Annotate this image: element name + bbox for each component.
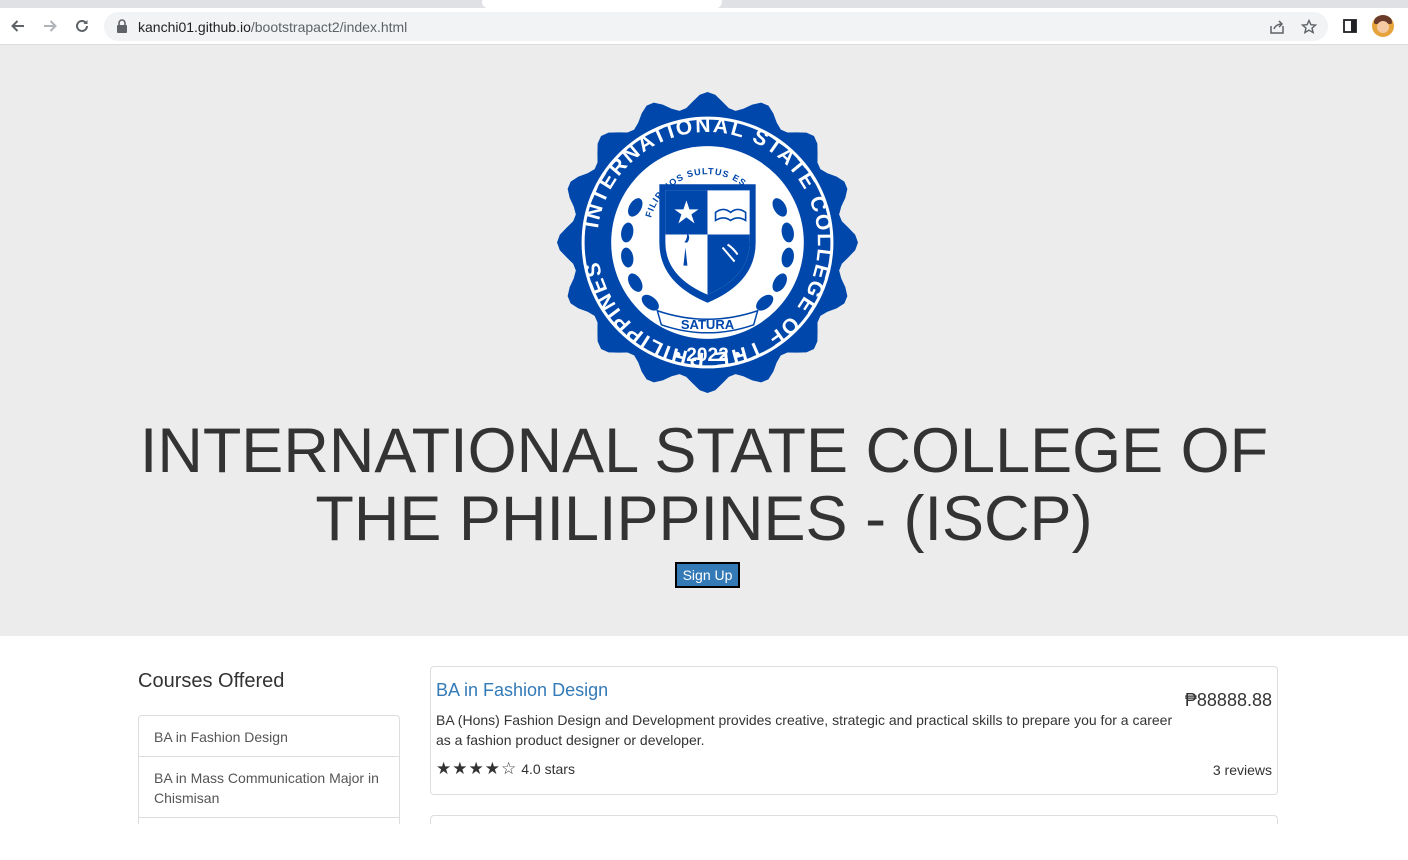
lock-icon[interactable]: [116, 19, 128, 38]
tab-strip: [0, 0, 1408, 8]
course-list: BA in Fashion Design BA in Mass Communic…: [138, 715, 400, 825]
course-list-item-fashion-design[interactable]: BA in Fashion Design: [139, 716, 399, 757]
rating-text: 4.0 stars: [521, 761, 575, 777]
bookmark-star-icon[interactable]: [1300, 18, 1318, 36]
star-filled-icon: ★: [468, 759, 484, 778]
course-title-link[interactable]: BA in Fashion Design: [436, 680, 608, 701]
address-bar[interactable]: kanchi01.github.io/bootstrapact2/index.h…: [104, 12, 1328, 41]
star-filled-icon: ★: [436, 759, 452, 778]
side-panel-icon[interactable]: [1337, 13, 1363, 39]
svg-text:• 2022 •: • 2022 •: [674, 345, 741, 366]
share-icon[interactable]: [1268, 18, 1286, 36]
star-rating: ★ ★ ★ ★ ☆ 4.0 stars: [436, 760, 575, 778]
courses-heading: Courses Offered: [138, 670, 285, 692]
course-card: BA in Fashion Design ₱88888.88 BA (Hons)…: [430, 666, 1278, 795]
title-line-1: INTERNATIONAL STATE COLLEGE OF: [139, 416, 1269, 486]
svg-text:SATURA: SATURA: [681, 317, 735, 332]
course-description: BA (Hons) Fashion Design and Development…: [436, 712, 1173, 748]
course-list-item-mass-communication[interactable]: BA in Mass Communication Major in Chismi…: [139, 757, 399, 818]
hero-section: INTERNATIONAL STATE COLLEGE OF THE PHILI…: [0, 45, 1408, 636]
sign-up-button[interactable]: Sign Up: [675, 562, 740, 588]
viewport-bottom: [0, 824, 1408, 860]
back-icon[interactable]: [5, 13, 31, 39]
reload-icon[interactable]: [69, 13, 95, 39]
active-tab[interactable]: [482, 0, 722, 8]
review-count: 3 reviews: [1212, 762, 1272, 778]
browser-toolbar: kanchi01.github.io/bootstrapact2/index.h…: [0, 8, 1408, 45]
url-text[interactable]: kanchi01.github.io/bootstrapact2/index.h…: [138, 19, 407, 35]
college-seal-logo: INTERNATIONAL STATE COLLEGE OF THE PHILI…: [557, 92, 858, 393]
profile-avatar[interactable]: [1372, 15, 1394, 37]
star-filled-icon: ★: [484, 759, 500, 778]
star-empty-icon: ☆: [501, 759, 517, 778]
course-price: ₱88888.88: [1184, 690, 1272, 710]
star-filled-icon: ★: [452, 759, 468, 778]
forward-icon[interactable]: [37, 13, 63, 39]
page-title: INTERNATIONAL STATE COLLEGE OF THE PHILI…: [104, 417, 1304, 553]
title-line-2: THE PHILIPPINES - (ISCP): [315, 484, 1093, 554]
